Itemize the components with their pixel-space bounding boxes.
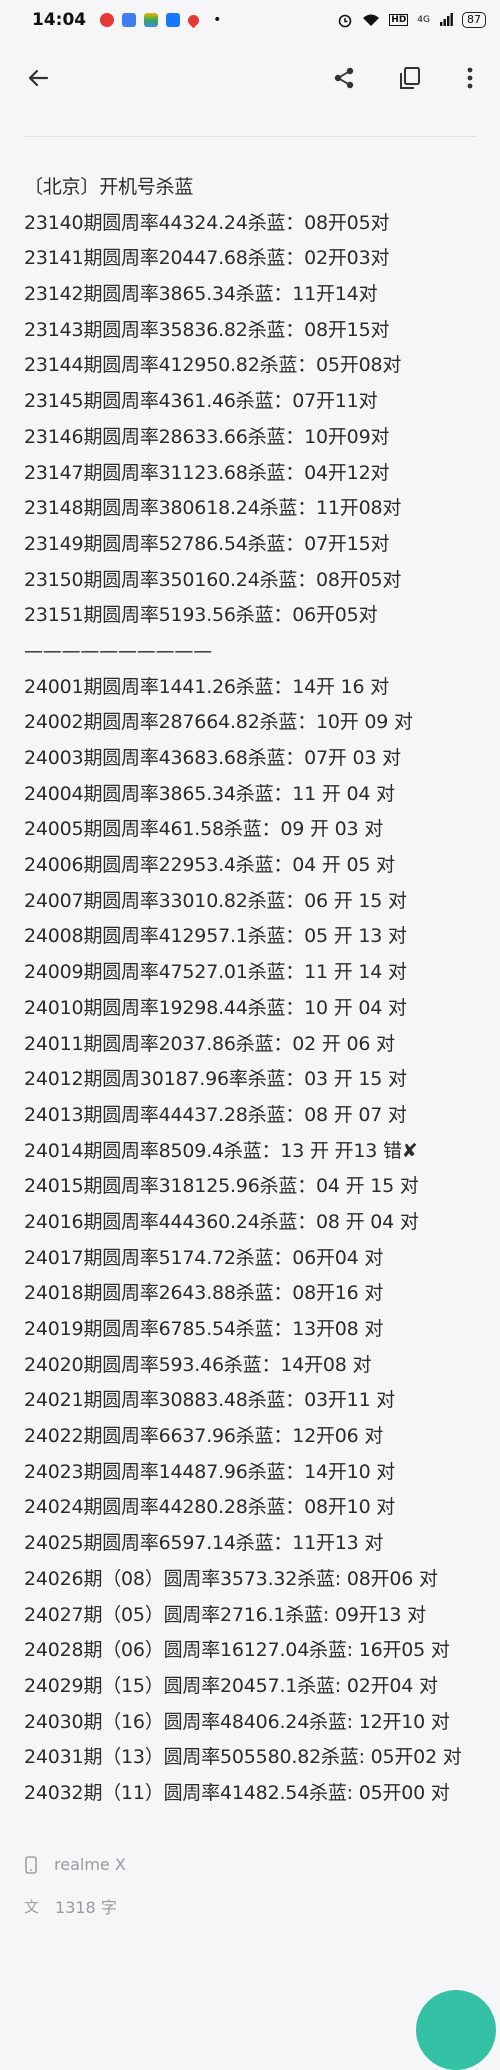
note-line: 24005期圆周率461.58杀蓝：09 开 03 对 [24, 818, 383, 841]
app-map-pin-icon [185, 12, 202, 28]
header-divider [24, 136, 476, 137]
battery-icon: 87 [462, 12, 486, 28]
signal-icon [440, 13, 453, 26]
signal-label: 4G [417, 15, 430, 25]
note-line: 24027期（05）圆周率2716.1杀蓝: 09开13 对 [24, 1603, 426, 1626]
app-blue-icon [122, 13, 137, 27]
note-line: 24021期圆周率30883.48杀蓝：03开11 对 [24, 1389, 396, 1412]
note-line: 23145期圆周率4361.46杀蓝：07开11对 [24, 390, 378, 413]
note-line: 23148期圆周率380618.24杀蓝：11开08对 [24, 497, 402, 520]
wifi-icon [363, 14, 380, 26]
note-line: 24024期圆周率44280.28杀蓝：08开10 对 [24, 1496, 396, 1519]
phone-icon [25, 1855, 37, 1874]
note-line: 23149期圆周率52786.54杀蓝：07开15对 [24, 532, 390, 555]
note-line: 24008期圆周率412957.1杀蓝：05 开 13 对 [24, 925, 407, 948]
note-line: 24003期圆周率43683.68杀蓝：07开 03 对 [24, 747, 401, 769]
share-icon [334, 67, 354, 89]
note-line: 24029期（15）圆周率20457.1杀蓝: 02开04 对 [24, 1674, 438, 1697]
copy-icon [400, 67, 420, 89]
note-line: 24028期（06）圆周率16127.04杀蓝: 16开05 对 [24, 1639, 450, 1662]
floating-action-button[interactable] [416, 1990, 496, 2070]
note-heading: 〔北京〕开机号杀蓝 [24, 176, 194, 198]
note-line: 24026期（08）圆周率3573.32杀蓝: 08开06 对 [24, 1567, 438, 1590]
note-line: 24023期圆周率14487.96杀蓝：14开10 对 [24, 1460, 396, 1483]
note-line: 24015期圆周率318125.96杀蓝：04 开 15 对 [24, 1175, 419, 1198]
note-line: 24007期圆周率33010.82杀蓝：06 开 15 对 [24, 889, 407, 912]
notification-icons: • [100, 12, 221, 28]
note-line: 24002期圆周率287664.82杀蓝：10开 09 对 [24, 711, 413, 734]
arrow-left-icon [28, 69, 49, 87]
alarm-icon [338, 14, 352, 28]
back-button[interactable] [18, 58, 58, 98]
note-separator: —————————— [24, 639, 213, 662]
note-line: 24030期（16）圆周率48406.24杀蓝: 12开10 对 [24, 1710, 450, 1733]
note-line: 24022期圆周率6637.96杀蓝：12开06 对 [24, 1425, 384, 1448]
note-line: 24018期圆周率2643.88杀蓝：08开16 对 [24, 1282, 384, 1305]
word-count: 1318 字 [55, 1898, 117, 1917]
status-time: 14:04 [32, 10, 87, 30]
status-right: HD 4G 87 [337, 12, 486, 28]
note-content[interactable]: 〔北京〕开机号杀蓝 23140期圆周率44324.24杀蓝：08开05对 23141… [24, 170, 484, 1812]
note-line: 24017期圆周率5174.72杀蓝：06开04 对 [24, 1246, 384, 1269]
note-line: 23144期圆周率412950.82杀蓝：05开08对 [24, 354, 402, 377]
status-bar: 14:04 • HD 4G 87 [0, 0, 500, 40]
note-line: 24025期圆周率6597.14杀蓝：11开13 对 [24, 1532, 384, 1555]
note-line: 23140期圆周率44324.24杀蓝：08开05对 [24, 211, 390, 234]
note-line: 23143期圆周率35836.82杀蓝：08开15对 [24, 318, 390, 341]
note-line: 24011期圆周率2037.86杀蓝：02 开 06 对 [24, 1032, 395, 1055]
note-line: 24006期圆周率22953.4杀蓝：04 开 05 对 [24, 854, 395, 877]
note-line: 24031期（13）圆周率505580.82杀蓝: 05开02 对 [24, 1746, 462, 1769]
more-vertical-icon [467, 67, 473, 89]
note-line: 24010期圆周率19298.44杀蓝：10 开 04 对 [24, 996, 407, 1019]
note-line: 24009期圆周率47527.01杀蓝：11 开 14 对 [24, 961, 407, 984]
more-button[interactable] [450, 58, 490, 98]
hd-icon: HD [389, 14, 409, 26]
app-red-icon [100, 13, 115, 27]
note-line: 24012期圆周30187.96率杀蓝：03 开 15 对 [24, 1068, 407, 1091]
device-info: realme X [24, 1855, 126, 1874]
note-line: 24016期圆周率444360.24杀蓝：08 开 04 对 [24, 1210, 419, 1233]
note-line: 24019期圆周率6785.54杀蓝：13开08 对 [24, 1318, 384, 1340]
share-button[interactable] [324, 58, 364, 98]
device-name: realme X [54, 1855, 126, 1874]
note-line: 23146期圆周率28633.66杀蓝：10开09对 [24, 425, 390, 448]
note-line: 24001期圆周率1441.26杀蓝：14开 16 对 [24, 675, 390, 698]
note-line: 24032期（11）圆周率41482.54杀蓝: 05开00 对 [24, 1781, 450, 1804]
word-count-info: 文 1318 字 [24, 1894, 117, 1918]
note-line: 23151期圆周率5193.56杀蓝：06开05对 [24, 604, 378, 627]
translate-icon: 文 [24, 1897, 40, 1916]
note-line: 24004期圆周率3865.34杀蓝：11 开 04 对 [24, 782, 395, 805]
notification-dot: • [213, 12, 222, 28]
app-alipay-icon [166, 13, 181, 27]
toolbar [0, 50, 500, 106]
copy-button[interactable] [390, 58, 430, 98]
note-line: 24014期圆周率8509.4杀蓝：13 开 开13 错✘ [24, 1139, 418, 1162]
note-line: 23150期圆周率350160.24杀蓝：08开05对 [24, 568, 402, 591]
note-line: 23142期圆周率3865.34杀蓝：11开14对 [24, 283, 378, 306]
app-multicolor-icon [144, 13, 159, 27]
note-line: 23147期圆周率31123.68杀蓝：04开12对 [24, 461, 390, 484]
note-line: 24013期圆周率44437.28杀蓝：08 开 07 对 [24, 1103, 407, 1126]
note-line: 23141期圆周率20447.68杀蓝：02开03对 [24, 247, 390, 270]
note-line: 24020期圆周率593.46杀蓝：14开08 对 [24, 1353, 372, 1376]
